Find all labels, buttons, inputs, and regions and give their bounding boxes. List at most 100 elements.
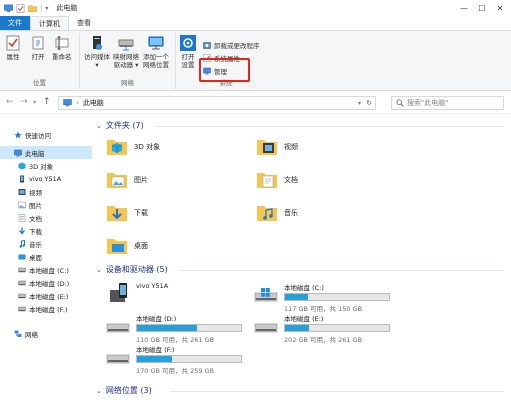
rename-icon bbox=[55, 36, 69, 50]
phone-icon bbox=[20, 175, 24, 182]
section-devices-title: 设备和驱动器 (5) bbox=[105, 265, 168, 274]
location-group-label: 位置 bbox=[33, 79, 46, 87]
nav-item[interactable]: 此电脑 bbox=[0, 146, 92, 159]
drive-usage-fill bbox=[137, 356, 173, 362]
folder-pictures[interactable]: 图片 bbox=[106, 169, 148, 191]
settings-gear-icon bbox=[180, 35, 196, 51]
drive-usage-fill bbox=[285, 325, 309, 331]
address-dropdown-icon[interactable]: ▾ bbox=[358, 100, 361, 107]
nav-item[interactable]: 视频 bbox=[0, 185, 92, 198]
drive-icon bbox=[106, 323, 130, 333]
section-folders-title: 文件夹 (7) bbox=[105, 121, 144, 130]
section-network-header[interactable]: ⌄ 网络位置 (3) bbox=[96, 385, 152, 396]
picture-icon bbox=[18, 201, 26, 208]
uninstall-label: 卸载或更改程序 bbox=[214, 42, 260, 50]
maximize-button[interactable]: ☐ bbox=[473, 0, 491, 16]
open-settings-button[interactable]: 打开 设置 bbox=[180, 35, 196, 69]
access-media-button[interactable]: 访问媒体 ▾ bbox=[84, 35, 110, 69]
drive-icon bbox=[106, 354, 130, 364]
chevron-down-icon: ⌄ bbox=[96, 386, 102, 395]
drive-icon bbox=[18, 306, 26, 311]
folder-3d-objects[interactable]: 3D 对象 bbox=[106, 136, 160, 158]
nav-item[interactable]: 文档 bbox=[0, 211, 92, 224]
access-media-label: 访问媒体 bbox=[84, 53, 110, 61]
refresh-icon[interactable]: ↻ bbox=[366, 99, 372, 107]
network-location-icon bbox=[148, 36, 164, 50]
properties-icon bbox=[6, 35, 20, 51]
drive-free-space: 110 GB 可用，共 261 GB bbox=[136, 336, 215, 344]
nav-item-label: 本地磁盘 (D:) bbox=[29, 279, 70, 288]
section-folders-header[interactable]: ⌄ 文件夹 (7) bbox=[96, 120, 144, 131]
close-button[interactable]: ✕ bbox=[491, 0, 509, 16]
nav-item[interactable]: 桌面 bbox=[0, 250, 92, 263]
nav-item[interactable]: 下载 bbox=[0, 224, 92, 237]
nav-item[interactable]: 3D 对象 bbox=[0, 159, 92, 172]
nav-item-label: 本地磁盘 (E:) bbox=[29, 292, 69, 301]
map-network-drive-button[interactable]: 映射网络 驱动器 ▾ bbox=[113, 35, 139, 69]
nav-item[interactable]: 本地磁盘 (C:) bbox=[0, 263, 92, 276]
uninstall-programs-button[interactable]: 卸载或更改程序 bbox=[203, 40, 260, 50]
picture-folder-icon bbox=[107, 173, 127, 188]
drive-icon bbox=[254, 323, 278, 333]
recent-dropdown-icon[interactable]: ▾ bbox=[33, 99, 36, 106]
folder-label: 音乐 bbox=[284, 209, 298, 217]
window-title: 此电脑 bbox=[56, 4, 78, 12]
address-bar[interactable]: › 此电脑 ▾ ↻ bbox=[58, 96, 376, 110]
folder-downloads[interactable]: 下载 bbox=[106, 202, 148, 224]
minimize-button[interactable]: — bbox=[455, 0, 473, 16]
section-devices-header[interactable]: ⌄ 设备和驱动器 (5) bbox=[96, 264, 168, 275]
folder-label: 图片 bbox=[134, 176, 148, 184]
drive-name: 本地磁盘 (C:) bbox=[284, 284, 324, 292]
tab-file[interactable]: 文件 bbox=[0, 16, 30, 30]
access-media-arrow: ▾ bbox=[95, 61, 99, 69]
folder-videos[interactable]: 视频 bbox=[256, 136, 298, 158]
nav-item[interactable]: 本地磁盘 (E:) bbox=[0, 289, 92, 302]
checkmark-properties-icon[interactable] bbox=[16, 3, 25, 13]
ribbon-group-location: 属性 打开 重命名 位置 bbox=[0, 33, 80, 89]
new-folder-icon[interactable] bbox=[28, 4, 37, 13]
nav-item-label: 桌面 bbox=[29, 253, 42, 262]
folder-desktop[interactable]: 桌面 bbox=[106, 235, 148, 257]
media-server-icon bbox=[93, 36, 102, 50]
breadcrumb-this-pc[interactable]: 此电脑 bbox=[83, 98, 104, 108]
properties-label: 属性 bbox=[6, 53, 20, 61]
qa-dropdown-icon[interactable]: ▾ bbox=[45, 5, 48, 12]
drive-usage-fill bbox=[285, 294, 308, 300]
folder-label: 文档 bbox=[284, 176, 298, 184]
nav-item[interactable]: vivo Y51A bbox=[0, 172, 92, 185]
up-arrow-icon[interactable]: ↑ bbox=[43, 97, 51, 107]
computer-icon bbox=[63, 99, 72, 107]
nav-item[interactable]: 图片 bbox=[0, 198, 92, 211]
nav-item-label: 快速访问 bbox=[25, 131, 51, 140]
ribbon-tabs: 文件 计算机 查看 bbox=[0, 16, 511, 31]
nav-item[interactable]: 快速访问 bbox=[0, 128, 92, 141]
folder-documents[interactable]: 文档 bbox=[256, 169, 298, 191]
nav-item[interactable]: 本地磁盘 (F:) bbox=[0, 302, 92, 315]
nav-item-label: 此电脑 bbox=[25, 149, 45, 158]
add-location-label-2: 网络位置 bbox=[143, 61, 169, 69]
folder-music[interactable]: 音乐 bbox=[256, 202, 298, 224]
add-network-location-button[interactable]: 添加一个 网络位置 bbox=[143, 35, 169, 69]
open-label: 打开 bbox=[31, 53, 45, 61]
open-button[interactable]: 打开 bbox=[30, 35, 46, 61]
back-arrow-icon[interactable]: ← bbox=[6, 97, 14, 107]
add-location-label-1: 添加一个 bbox=[143, 53, 169, 61]
rename-button[interactable]: 重命名 bbox=[52, 35, 72, 61]
address-row: ← → ▾ ↑ › 此电脑 ▾ ↻ 搜索"此电脑" bbox=[0, 92, 511, 114]
navigation-pane: 快速访问此电脑 3D 对象 vivo Y51A 视频图片 文档 下载音乐桌面 本地磁盘 (C… bbox=[0, 118, 92, 400]
nav-item[interactable]: 音乐 bbox=[0, 237, 92, 250]
nav-item[interactable]: 本地磁盘 (D:) bbox=[0, 276, 92, 289]
tab-computer[interactable]: 计算机 bbox=[30, 16, 69, 30]
folder-label: 桌面 bbox=[134, 242, 148, 250]
drive-usage-bar bbox=[136, 324, 242, 332]
tab-view[interactable]: 查看 bbox=[69, 16, 99, 30]
chevron-down-icon: ⌄ bbox=[96, 265, 102, 274]
nav-item-label: 音乐 bbox=[29, 240, 42, 249]
search-box[interactable]: 搜索"此电脑" bbox=[391, 96, 504, 110]
nav-item-label: 图片 bbox=[29, 201, 42, 210]
drive-usage-bar bbox=[284, 293, 390, 301]
properties-button[interactable]: 属性 bbox=[5, 35, 21, 61]
nav-item[interactable]: 网络 bbox=[0, 327, 92, 340]
section-network-title: 网络位置 (3) bbox=[105, 386, 152, 395]
forward-arrow-icon[interactable]: → bbox=[20, 97, 28, 107]
